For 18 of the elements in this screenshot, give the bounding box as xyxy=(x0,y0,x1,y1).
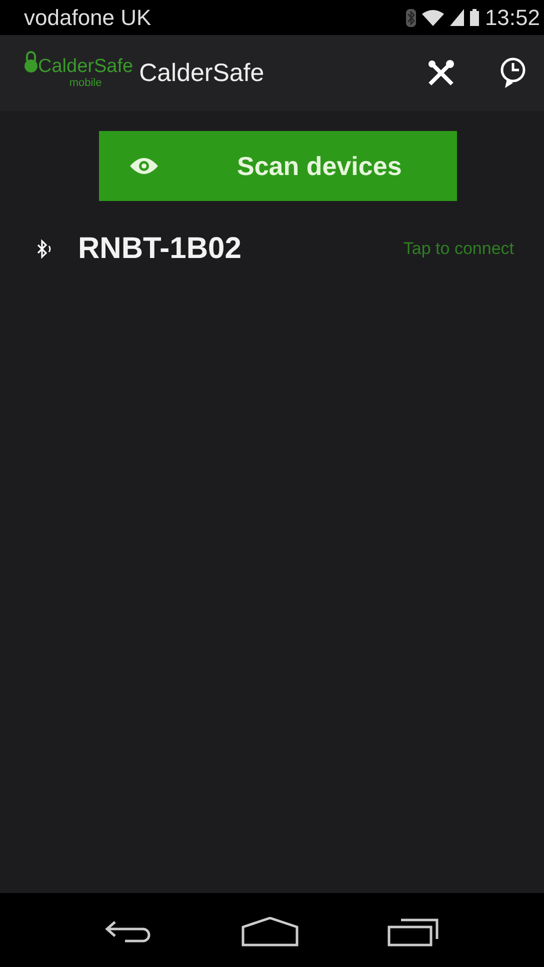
bluetooth-icon xyxy=(406,8,416,26)
history-icon[interactable] xyxy=(498,56,528,90)
clock-time: 13:52 xyxy=(484,4,540,30)
device-name: RNBT-1B02 xyxy=(78,232,242,266)
logo-subtext: mobile xyxy=(69,77,102,89)
connect-hint: Tap to connect xyxy=(403,239,514,259)
home-icon[interactable] xyxy=(241,917,299,947)
device-row[interactable]: RNBT-1B02 Tap to connect xyxy=(0,223,544,275)
tools-icon[interactable] xyxy=(426,58,456,88)
padlock-icon xyxy=(24,51,38,73)
battery-icon xyxy=(470,9,479,26)
logo-text: CalderSafe xyxy=(38,57,134,77)
wifi-icon xyxy=(422,9,444,26)
app-title: CalderSafe xyxy=(139,58,264,88)
eye-icon xyxy=(129,156,159,176)
recent-apps-icon[interactable] xyxy=(387,917,441,947)
carrier-name: vodafone UK xyxy=(24,4,152,30)
signal-icon xyxy=(450,9,464,26)
